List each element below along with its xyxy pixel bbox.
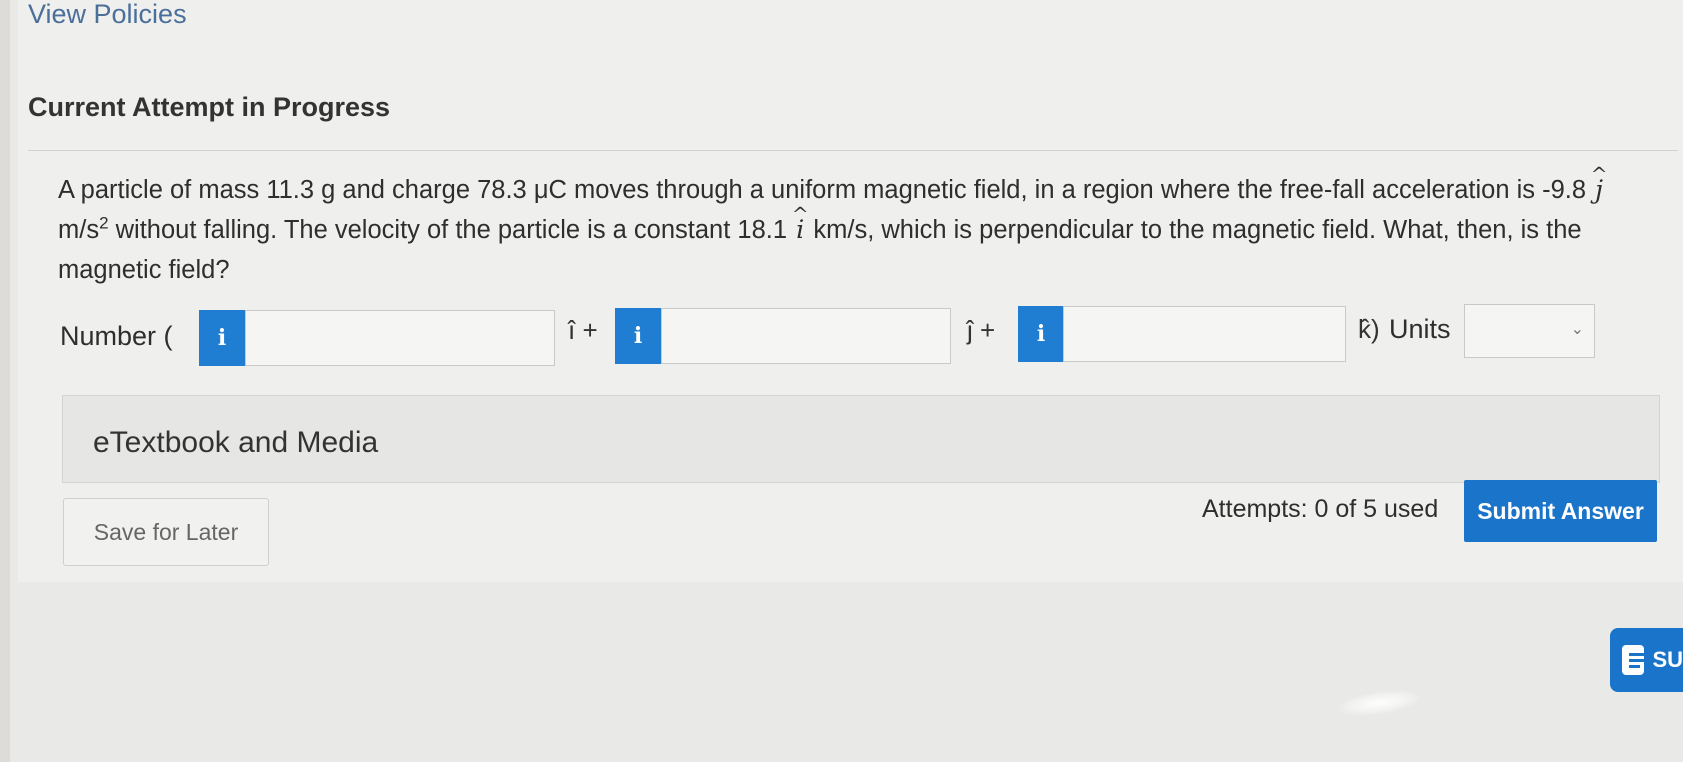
save-for-later-button[interactable]: Save for Later [63,498,269,566]
i-component-input[interactable] [245,310,555,366]
k-hat-label: k̂) [1358,314,1380,344]
chevron-down-icon: ⌄ [1570,321,1584,338]
title-divider [28,150,1678,151]
etextbook-media-label: eTextbook and Media [93,426,379,459]
number-label: Number ( [60,321,173,351]
info-icon[interactable]: i [1018,306,1064,362]
units-label: Units [1389,314,1451,344]
support-chat-button[interactable]: SU [1610,628,1683,692]
j-hat-label: ĵ + [967,315,996,345]
i-hat-label: î + [568,315,598,345]
question-text: A particle of mass 11.3 g and charge 78.… [58,170,1658,290]
info-icon[interactable]: i [615,308,661,364]
left-edge-shadow [0,0,10,762]
i-unit-vector: i [794,210,806,250]
question-part-2: m/s [58,216,100,244]
j-unit-vector: j [1593,170,1605,210]
units-select[interactable]: ⌄ [1464,304,1595,358]
etextbook-media-section[interactable]: eTextbook and Media [62,395,1660,483]
exponent: 2 [99,213,109,233]
question-part-1: A particle of mass 11.3 g and charge 78.… [58,176,1594,204]
answer-row: Number ( i î + i ĵ + i k̂) Units ⌄ [0,300,1683,370]
view-policies-link[interactable]: View Policies [28,0,187,28]
attempts-counter: Attempts: 0 of 5 used [1202,495,1439,523]
submit-answer-button[interactable]: Submit Answer [1464,480,1657,542]
info-icon[interactable]: i [199,310,245,366]
question-part-3: without falling. The velocity of the par… [108,216,795,244]
page-title: Current Attempt in Progress [28,92,391,122]
chat-icon [1622,645,1647,675]
j-component-input[interactable] [661,308,951,364]
support-label: SU [1652,647,1683,672]
screen-glare [1336,686,1422,720]
k-component-input[interactable] [1063,306,1346,362]
